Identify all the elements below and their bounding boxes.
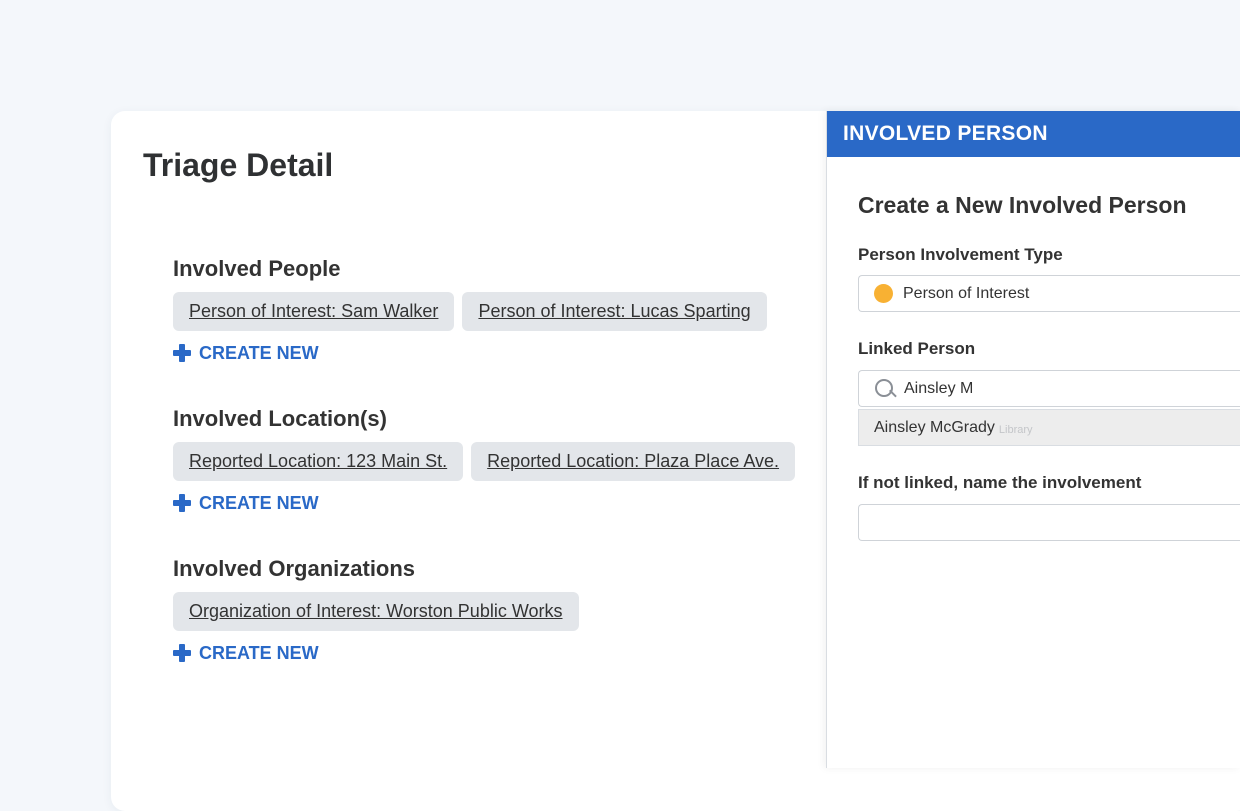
page-title: Triage Detail [143,147,334,183]
involvement-type-label: Person Involvement Type [858,245,1063,264]
linked-person-search-input[interactable]: Ainsley M [858,370,1240,407]
create-new-person-button[interactable]: CREATE NEW [173,341,767,365]
involved-person-panel: INVOLVED PERSON Create a New Involved Pe… [826,111,1240,768]
panel-header: INVOLVED PERSON [827,111,1240,157]
create-new-location-button[interactable]: CREATE NEW [173,491,795,515]
involved-person-chip[interactable]: Person of Interest: Lucas Sparting [462,292,767,331]
linked-person-label: Linked Person [858,339,976,358]
involved-person-chip[interactable]: Person of Interest: Sam Walker [173,292,455,331]
panel-body: Create a New Involved Person Person Invo… [858,191,1240,541]
create-new-label: CREATE NEW [199,343,319,363]
dot-icon [874,284,893,303]
section-title: Involved People [173,256,341,281]
create-new-label: CREATE NEW [199,493,319,513]
panel-title: Create a New Involved Person [858,192,1187,218]
involved-organization-chip[interactable]: Organization of Interest: Worston Public… [173,592,579,631]
create-new-organization-button[interactable]: CREATE NEW [173,641,579,665]
linked-person-suggestion[interactable]: Ainsley McGrady Library [858,409,1240,446]
section-involved-people: Involved People Person of Interest: Sam … [173,254,767,365]
plus-icon [173,344,191,362]
section-title: Involved Organizations [173,556,416,581]
unlinked-name-input[interactable] [858,504,1240,541]
chip-list: Person of Interest: Sam Walker Person of… [173,292,767,331]
section-involved-organizations: Involved Organizations Organization of I… [173,554,579,665]
unlinked-name-label: If not linked, name the involvement [858,473,1142,492]
section-title: Involved Location(s) [173,406,387,431]
involved-location-chip[interactable]: Reported Location: Plaza Place Ave. [471,442,796,481]
section-involved-locations: Involved Location(s) Reported Location: … [173,404,796,515]
suggestion-name: Ainsley McGrady [874,418,995,436]
suggestion-source-tag: Library [998,423,1033,436]
chip-list: Reported Location: 123 Main St. Reported… [173,442,796,481]
linked-person-query: Ainsley M [904,379,974,397]
involved-location-chip[interactable]: Reported Location: 123 Main St. [173,442,464,481]
involvement-type-value: Person of Interest [903,284,1030,302]
involvement-type-select[interactable]: Person of Interest [858,275,1240,312]
plus-icon [173,494,191,512]
plus-icon [173,644,191,662]
search-icon [874,378,896,400]
create-new-label: CREATE NEW [199,643,319,663]
chip-list: Organization of Interest: Worston Public… [173,592,579,631]
